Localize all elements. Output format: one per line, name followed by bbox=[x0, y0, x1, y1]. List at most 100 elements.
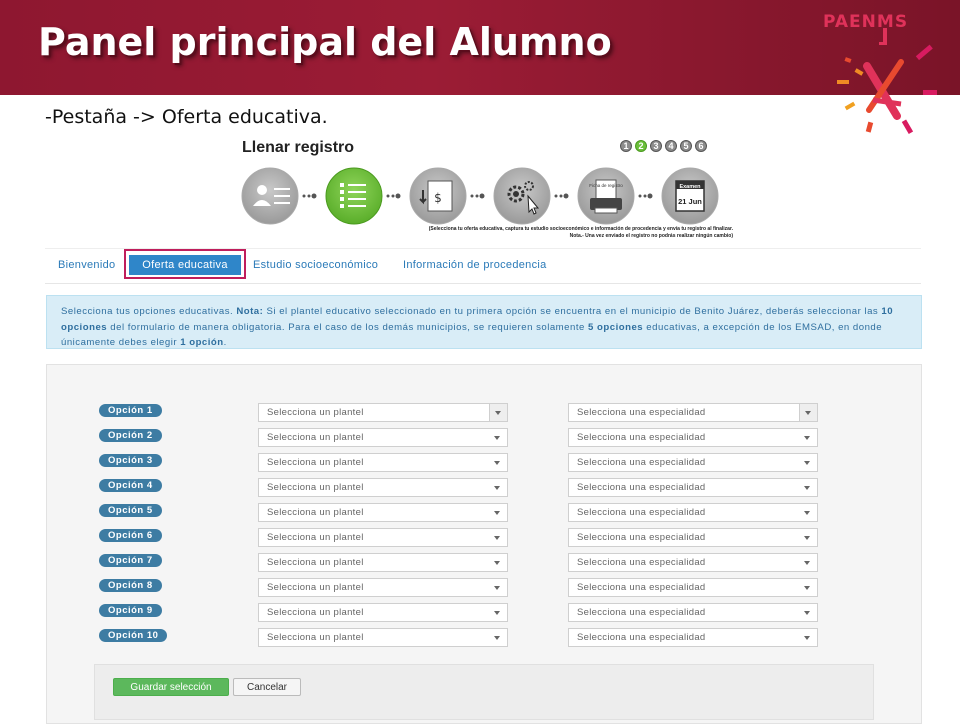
option-row: Opción 5 Selecciona un plantel Seleccion… bbox=[47, 503, 923, 523]
plantel-select-placeholder: Selecciona un plantel bbox=[267, 432, 364, 443]
chevron-down-icon bbox=[495, 411, 501, 415]
checklist-icon bbox=[325, 167, 383, 225]
especialidad-select-placeholder: Selecciona una especialidad bbox=[577, 532, 706, 543]
cancel-button[interactable]: Cancelar bbox=[233, 678, 301, 696]
chevron-down-icon bbox=[494, 561, 500, 565]
wizard-steps: $ Ficha de registro Examen 21 Jun bbox=[241, 167, 719, 225]
plantel-select[interactable]: Selecciona un plantel bbox=[258, 628, 508, 647]
payment-symbol: $ bbox=[434, 191, 442, 205]
save-selection-button[interactable]: Guardar selección bbox=[113, 678, 229, 696]
option-badge: Opción 9 bbox=[99, 604, 162, 617]
svg-text:21 Jun: 21 Jun bbox=[678, 197, 702, 206]
option-badge: Opción 7 bbox=[99, 554, 162, 567]
option-row: Opción 10 Selecciona un plantel Seleccio… bbox=[47, 628, 923, 648]
especialidad-select-placeholder: Selecciona una especialidad bbox=[577, 607, 706, 618]
chevron-down-icon bbox=[804, 586, 810, 590]
option-row: Opción 9 Selecciona un plantel Seleccion… bbox=[47, 603, 923, 623]
note-text-3: del formulario de manera obligatoria. Pa… bbox=[107, 321, 589, 333]
chevron-down-icon bbox=[804, 611, 810, 615]
plantel-select[interactable]: Selecciona un plantel bbox=[258, 478, 508, 497]
wizard-step-6[interactable]: 6 bbox=[695, 140, 707, 152]
svg-text:Examen: Examen bbox=[679, 184, 701, 190]
wizard-title: Llenar registro bbox=[242, 139, 355, 156]
plantel-select-placeholder: Selecciona un plantel bbox=[267, 457, 364, 468]
note-bold-1: Nota: bbox=[236, 306, 264, 317]
especialidad-select-placeholder: Selecciona una especialidad bbox=[577, 407, 706, 418]
wizard-step-3[interactable]: 3 bbox=[650, 140, 662, 152]
chevron-down-icon bbox=[494, 486, 500, 490]
note-bold-3: 5 opciones bbox=[588, 321, 644, 333]
wizard-step-indicator: 1 2 3 4 5 6 bbox=[620, 140, 707, 152]
especialidad-select[interactable]: Selecciona una especialidad bbox=[568, 403, 818, 422]
option-badge: Opción 3 bbox=[99, 454, 162, 467]
plantel-select[interactable]: Selecciona un plantel bbox=[258, 428, 508, 447]
option-badge: Opción 10 bbox=[99, 629, 168, 642]
slide-title: Panel principal del Alumno bbox=[38, 20, 612, 64]
chevron-down-icon bbox=[804, 511, 810, 515]
option-row: Opción 8 Selecciona un plantel Seleccion… bbox=[47, 578, 923, 598]
especialidad-select[interactable]: Selecciona una especialidad bbox=[568, 453, 818, 472]
chevron-down-icon bbox=[804, 636, 810, 640]
chevron-down-icon bbox=[805, 411, 811, 415]
plantel-select-placeholder: Selecciona un plantel bbox=[267, 582, 364, 593]
gears-cursor-icon bbox=[493, 167, 551, 225]
wizard-step-5[interactable]: 5 bbox=[680, 140, 692, 152]
wizard-caption: (Selecciona tu oferta educativa, captura… bbox=[378, 226, 733, 240]
plantel-select[interactable]: Selecciona un plantel bbox=[258, 603, 508, 622]
especialidad-select[interactable]: Selecciona una especialidad bbox=[568, 503, 818, 522]
plantel-select[interactable]: Selecciona un plantel bbox=[258, 503, 508, 522]
note-text-2: Si el plantel educativo seleccionado en … bbox=[263, 306, 882, 317]
option-row: Opción 2 Selecciona un plantel Seleccion… bbox=[47, 428, 923, 448]
printer-icon: Ficha de registro bbox=[577, 167, 635, 225]
especialidad-select-placeholder: Selecciona una especialidad bbox=[577, 457, 706, 468]
especialidad-select[interactable]: Selecciona una especialidad bbox=[568, 603, 818, 622]
plantel-select-placeholder: Selecciona un plantel bbox=[267, 557, 364, 568]
tab-highlight-box bbox=[124, 249, 246, 279]
chevron-down-icon bbox=[494, 461, 500, 465]
plantel-select[interactable]: Selecciona un plantel bbox=[258, 578, 508, 597]
option-badge: Opción 5 bbox=[99, 504, 162, 517]
note-text-5: . bbox=[223, 337, 227, 348]
chevron-down-icon bbox=[804, 536, 810, 540]
option-row: Opción 6 Selecciona un plantel Seleccion… bbox=[47, 528, 923, 548]
especialidad-select[interactable]: Selecciona una especialidad bbox=[568, 428, 818, 447]
wizard-step-4[interactable]: 4 bbox=[665, 140, 677, 152]
option-badge: Opción 2 bbox=[99, 429, 162, 442]
option-badge: Opción 4 bbox=[99, 479, 162, 492]
especialidad-select[interactable]: Selecciona una especialidad bbox=[568, 528, 818, 547]
tab-estudio-socioeconomico[interactable]: Estudio socioeconómico bbox=[253, 259, 378, 271]
chevron-down-icon bbox=[804, 561, 810, 565]
wizard-step-1[interactable]: 1 bbox=[620, 140, 632, 152]
tab-informacion-procedencia[interactable]: Información de procedencia bbox=[403, 259, 547, 271]
especialidad-select[interactable]: Selecciona una especialidad bbox=[568, 553, 818, 572]
chevron-down-icon bbox=[494, 636, 500, 640]
especialidad-select[interactable]: Selecciona una especialidad bbox=[568, 578, 818, 597]
especialidad-select[interactable]: Selecciona una especialidad bbox=[568, 628, 818, 647]
tab-bienvenido[interactable]: Bienvenido bbox=[58, 259, 115, 271]
plantel-select-placeholder: Selecciona un plantel bbox=[267, 407, 364, 418]
chevron-down-icon bbox=[804, 486, 810, 490]
plantel-select[interactable]: Selecciona un plantel bbox=[258, 403, 508, 422]
plantel-select[interactable]: Selecciona un plantel bbox=[258, 528, 508, 547]
option-row: Opción 7 Selecciona un plantel Seleccion… bbox=[47, 553, 923, 573]
payment-document-icon: $ bbox=[409, 167, 467, 225]
plantel-select[interactable]: Selecciona un plantel bbox=[258, 453, 508, 472]
option-row: Opción 3 Selecciona un plantel Seleccion… bbox=[47, 453, 923, 473]
especialidad-select-placeholder: Selecciona una especialidad bbox=[577, 507, 706, 518]
note-bold-4: 1 opción bbox=[180, 337, 224, 348]
plantel-select-placeholder: Selecciona un plantel bbox=[267, 482, 364, 493]
plantel-select[interactable]: Selecciona un plantel bbox=[258, 553, 508, 572]
info-note: Selecciona tus opciones educativas. Nota… bbox=[46, 295, 922, 349]
plantel-select-placeholder: Selecciona un plantel bbox=[267, 507, 364, 518]
chevron-down-icon bbox=[494, 511, 500, 515]
slide-subtitle: -Pestaña -> Oferta educativa. bbox=[45, 106, 328, 128]
especialidad-select[interactable]: Selecciona una especialidad bbox=[568, 478, 818, 497]
option-badge: Opción 8 bbox=[99, 579, 162, 592]
especialidad-select-placeholder: Selecciona una especialidad bbox=[577, 632, 706, 643]
chevron-down-icon bbox=[494, 611, 500, 615]
option-badge: Opción 1 bbox=[99, 404, 162, 417]
wizard-step-2[interactable]: 2 bbox=[635, 140, 647, 152]
person-list-icon bbox=[241, 167, 299, 225]
especialidad-select-placeholder: Selecciona una especialidad bbox=[577, 432, 706, 443]
option-row: Opción 4 Selecciona un plantel Seleccion… bbox=[47, 478, 923, 498]
